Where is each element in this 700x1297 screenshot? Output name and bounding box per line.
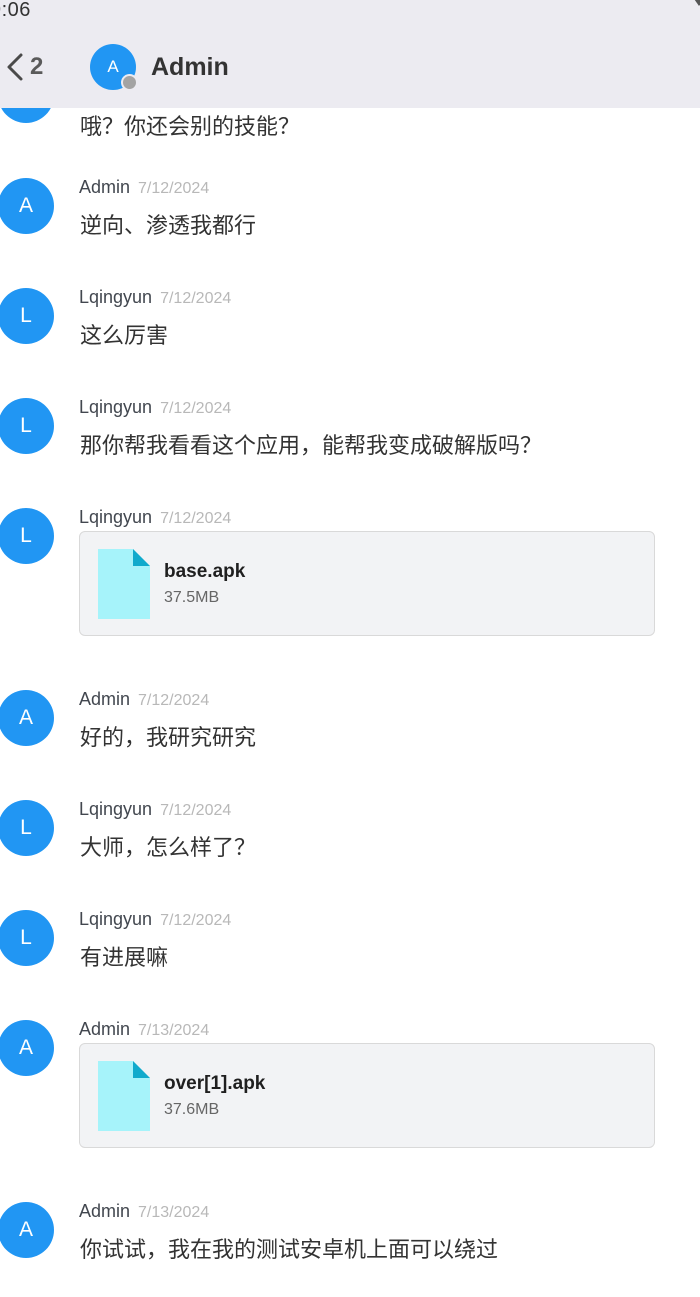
chevron-left-icon: [7, 53, 23, 81]
back-button[interactable]: 2: [4, 50, 43, 84]
message-date: 7/13/2024: [138, 1022, 210, 1039]
message-meta: Admin 7/12/2024: [79, 689, 209, 710]
message-text: 好的，我研究研究: [80, 726, 257, 751]
contact-name[interactable]: Admin: [151, 53, 229, 82]
message-meta: Lqingyun 7/12/2024: [79, 507, 231, 528]
message-text: 你试试，我在我的测试安卓机上面可以绕过: [80, 1238, 499, 1263]
message-meta: Lqingyun 7/12/2024: [79, 397, 231, 418]
message-text: 大师，怎么样了？: [80, 836, 257, 861]
unread-count: 2: [30, 53, 44, 80]
message-date: 7/12/2024: [160, 802, 232, 819]
avatar[interactable]: A: [0, 1020, 54, 1076]
message-meta: Admin 7/13/2024: [79, 1019, 209, 1040]
message-meta: Admin 7/12/2024: [79, 177, 209, 198]
message-date: 7/12/2024: [138, 692, 210, 709]
contact-avatar[interactable]: A: [90, 44, 138, 91]
message-text: 有进展嘛: [80, 946, 169, 971]
file-size: 37.5MB: [164, 589, 220, 606]
message-date: 7/12/2024: [160, 400, 232, 417]
file-attachment[interactable]: base.apk 37.5MB: [79, 531, 655, 636]
avatar[interactable]: L: [0, 910, 54, 966]
message-meta: Lqingyun 7/12/2024: [79, 799, 231, 820]
presence-status-icon: [121, 74, 138, 91]
avatar[interactable]: L: [0, 800, 54, 856]
message-date: 7/12/2024: [160, 510, 232, 527]
avatar[interactable]: A: [0, 178, 54, 234]
message-meta: Admin 7/13/2024: [79, 1201, 209, 1222]
avatar-letter: A: [107, 57, 119, 76]
message-text: 哦？你还会别的技能？: [80, 115, 301, 140]
message-date: 7/12/2024: [138, 180, 210, 197]
file-attachment[interactable]: over[1].apk 37.6MB: [79, 1043, 655, 1148]
avatar[interactable]: L: [0, 508, 54, 564]
sender-name: Lqingyun: [79, 397, 153, 417]
avatar[interactable]: A: [0, 690, 54, 746]
message-text: 逆向、渗透我都行: [80, 214, 257, 239]
sender-name: Admin: [79, 177, 131, 197]
sender-name: Admin: [79, 1201, 131, 1221]
sender-name: Lqingyun: [79, 507, 153, 527]
file-icon: [98, 1061, 150, 1131]
message-meta: Lqingyun 7/12/2024: [79, 287, 231, 308]
message-text: 那你帮我看看这个应用，能帮我变成破解版吗？: [80, 434, 543, 459]
chat-header: 9:06 2 A Admin: [0, 0, 700, 108]
file-name: base.apk: [164, 561, 246, 582]
message-date: 7/12/2024: [160, 290, 232, 307]
chat-screen: 哦？你还会别的技能？ A Admin 7/12/2024 逆向、渗透我都行 L L…: [0, 0, 700, 1297]
status-time: 9:06: [0, 0, 31, 21]
file-size: 37.6MB: [164, 1101, 220, 1118]
avatar[interactable]: L: [0, 398, 54, 454]
message-meta: Lqingyun 7/12/2024: [79, 909, 231, 930]
message-text: 这么厉害: [80, 324, 169, 349]
sender-name: Admin: [79, 689, 131, 709]
sender-name: Lqingyun: [79, 799, 153, 819]
file-name: over[1].apk: [164, 1073, 266, 1094]
message-date: 7/13/2024: [138, 1204, 210, 1221]
sender-name: Lqingyun: [79, 909, 153, 929]
sender-name: Admin: [79, 1019, 131, 1039]
sender-name: Lqingyun: [79, 287, 153, 307]
avatar[interactable]: L: [0, 288, 54, 344]
signal-icon: [694, 0, 700, 6]
message-date: 7/12/2024: [160, 912, 232, 929]
file-icon: [98, 549, 150, 619]
avatar[interactable]: A: [0, 1202, 54, 1258]
